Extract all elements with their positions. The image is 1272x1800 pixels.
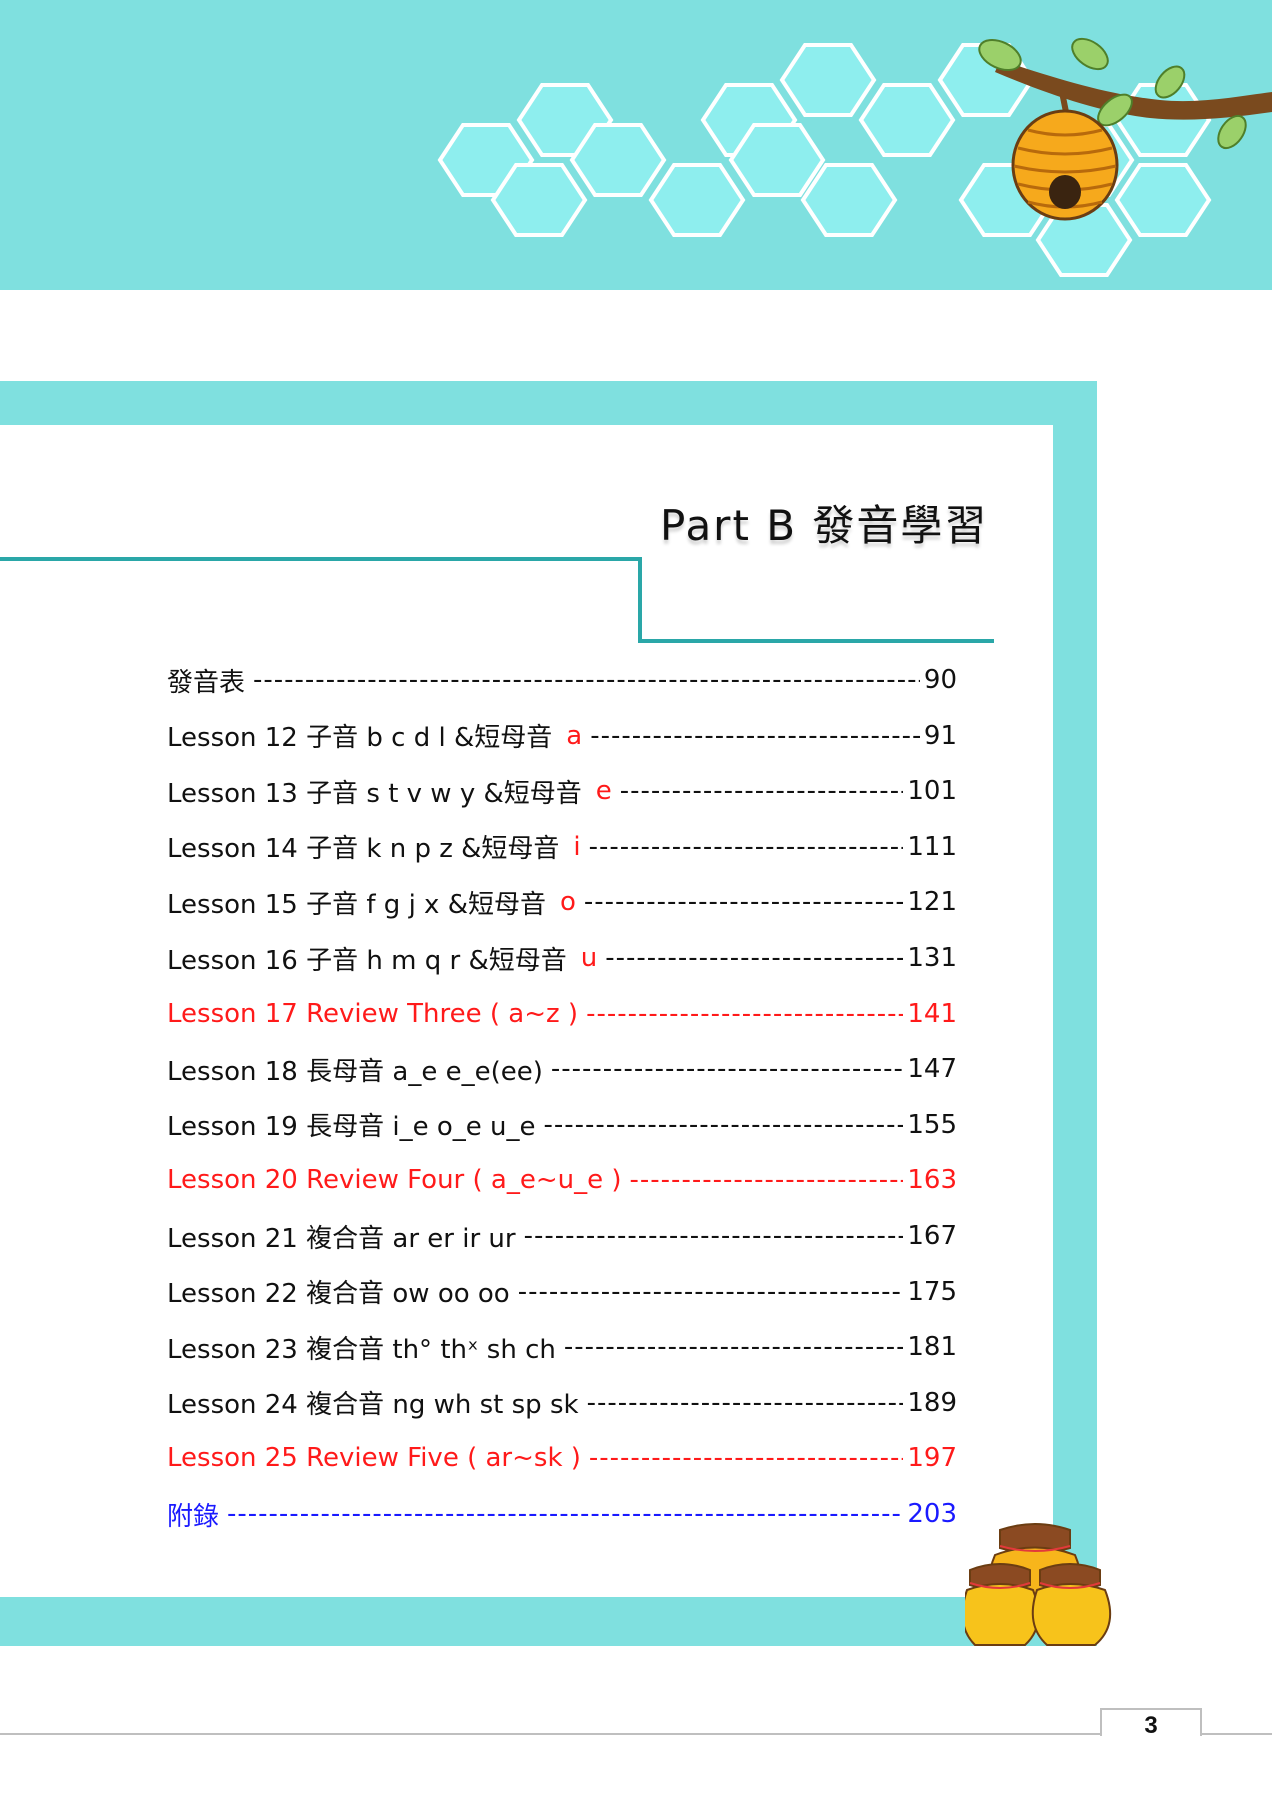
toc-leader-dashes: ----------------------------------------… <box>619 776 904 807</box>
toc-entry[interactable]: Lesson 13 子音 s t v w y &短母音 e ------------… <box>167 768 957 814</box>
toc-leader-dashes: ----------------------------------------… <box>629 1165 904 1196</box>
toc-entry-label: Lesson 24 複合音 ng wh st sp sk <box>167 1390 579 1421</box>
toc-entry[interactable]: Lesson 23 複合音 th° thˣ sh ch -------------… <box>167 1324 957 1370</box>
toc-entry-page: 181 <box>907 1332 957 1363</box>
toc-entry-page: 155 <box>907 1109 957 1140</box>
toc-entry-page: 163 <box>907 1165 957 1196</box>
toc-entry-page: 203 <box>907 1499 957 1529</box>
toc-entry-label: Lesson 21 複合音 ar er ir ur <box>167 1223 516 1254</box>
toc-entry-page: 90 <box>923 665 957 695</box>
toc-entry-label: Lesson 19 長母音 i_e o_e u_e <box>167 1112 536 1143</box>
toc-entry-page: 175 <box>907 1276 957 1307</box>
toc-entry-label: Lesson 13 子音 s t v w y &短母音 <box>167 778 582 809</box>
toc-leader-dashes: ----------------------------------------… <box>588 1443 903 1474</box>
toc-entry-page: 121 <box>907 887 957 918</box>
toc-entry-label: Lesson 23 複合音 th° thˣ sh ch <box>167 1334 556 1365</box>
toc-entry-page: 147 <box>907 1054 957 1085</box>
toc-entry-label: Lesson 15 子音 f g j x &短母音 <box>167 889 546 920</box>
toc-entry[interactable]: Lesson 22 複合音 ow oo oo ------------------… <box>167 1269 957 1315</box>
toc-entry-label: Lesson 14 子音 k n p z &短母音 <box>167 834 560 865</box>
toc-entry-highlight: o <box>559 887 576 918</box>
toc-entry[interactable]: Lesson 17 Review Three ( a~z ) ----------… <box>167 991 957 1037</box>
toc-entry-highlight: u <box>580 943 598 973</box>
toc-entry[interactable]: Lesson 16 子音 h m q r &短母音 u --------------… <box>167 935 957 981</box>
toc-entry-page: 131 <box>907 943 957 973</box>
toc-leader-dashes: ----------------------------------------… <box>543 1109 904 1140</box>
footer-rule-left <box>0 1733 1100 1735</box>
toc-leader-dashes: ----------------------------------------… <box>590 720 920 751</box>
toc-entry[interactable]: Lesson 15 子音 f g j x &短母音 o --------------… <box>167 879 957 925</box>
toc-entry-label: Lesson 25 Review Five ( ar~sk ) <box>167 1443 581 1474</box>
toc-entry[interactable]: Lesson 20 Review Four ( a_e~u_e ) -------… <box>167 1157 957 1203</box>
toc-leader-dashes: ----------------------------------------… <box>583 887 903 918</box>
toc-entry-label: 發音表 <box>167 667 246 698</box>
toc-leader-dashes: ----------------------------------------… <box>517 1276 904 1307</box>
toc-leader-dashes: ----------------------------------------… <box>523 1221 904 1251</box>
toc-entry-label: Lesson 12 子音 b c d l &短母音 <box>167 723 553 754</box>
toc-entry-label: Lesson 18 長母音 a_e e_e(ee) <box>167 1056 543 1087</box>
toc-entry[interactable]: Lesson 14 子音 k n p z &短母音 i --------------… <box>167 824 957 870</box>
page-title: Part B 發音學習 <box>660 501 989 550</box>
toc-leader-dashes: ----------------------------------------… <box>253 665 920 695</box>
toc-entry-label: Lesson 20 Review Four ( a_e~u_e ) <box>167 1165 622 1196</box>
toc-entry-page: 91 <box>923 720 957 751</box>
toc-entry[interactable]: Lesson 12 子音 b c d l &短母音 a --------------… <box>167 713 957 759</box>
toc-entry-page: 167 <box>907 1221 957 1251</box>
toc-leader-dashes: ----------------------------------------… <box>586 998 903 1029</box>
toc-entry-page: 101 <box>907 776 957 807</box>
toc-entry-page: 189 <box>907 1387 957 1418</box>
toc-entry[interactable]: Lesson 25 Review Five ( ar~sk ) ---------… <box>167 1435 957 1481</box>
toc-entry-label: Lesson 16 子音 h m q r &短母音 <box>167 945 567 976</box>
toc-leader-dashes: ----------------------------------------… <box>563 1332 904 1363</box>
toc-leader-dashes: ----------------------------------------… <box>227 1499 903 1529</box>
page-number: 3 <box>1144 1712 1158 1739</box>
toc-leader-dashes: ----------------------------------------… <box>588 831 904 862</box>
toc-leader-dashes: ----------------------------------------… <box>605 943 903 973</box>
toc-entry-highlight: a <box>566 720 583 751</box>
footer-rule-right <box>1200 1733 1272 1735</box>
toc-entry-label: Lesson 22 複合音 ow oo oo <box>167 1279 510 1310</box>
toc-entry-page: 141 <box>907 998 957 1029</box>
toc-entry[interactable]: 附錄 --------------------------------------… <box>167 1491 957 1537</box>
toc-entry[interactable]: Lesson 21 複合音 ar er ir ur ---------------… <box>167 1213 957 1259</box>
toc-entry[interactable]: Lesson 19 長母音 i_e o_e u_e ---------------… <box>167 1102 957 1148</box>
toc-entry-highlight: i <box>573 831 581 862</box>
honey-pots-icon <box>965 1523 1112 1646</box>
toc-entry-label: 附錄 <box>167 1501 220 1532</box>
toc-entry[interactable]: Lesson 18 長母音 a_e e_e(ee) ---------------… <box>167 1046 957 1092</box>
toc-entry-page: 197 <box>907 1443 957 1474</box>
toc-leader-dashes: ----------------------------------------… <box>586 1387 904 1418</box>
toc-entry-label: Lesson 17 Review Three ( a~z ) <box>167 998 579 1029</box>
toc-entry-highlight: e <box>595 776 612 807</box>
toc-entry-page: 111 <box>907 831 957 862</box>
toc-entry[interactable]: 發音表 -------------------------------------… <box>167 657 957 703</box>
toc-leader-dashes: ----------------------------------------… <box>550 1054 904 1085</box>
toc-entry[interactable]: Lesson 24 複合音 ng wh st sp sk ------------… <box>167 1380 957 1426</box>
title-accent-line <box>0 557 994 643</box>
